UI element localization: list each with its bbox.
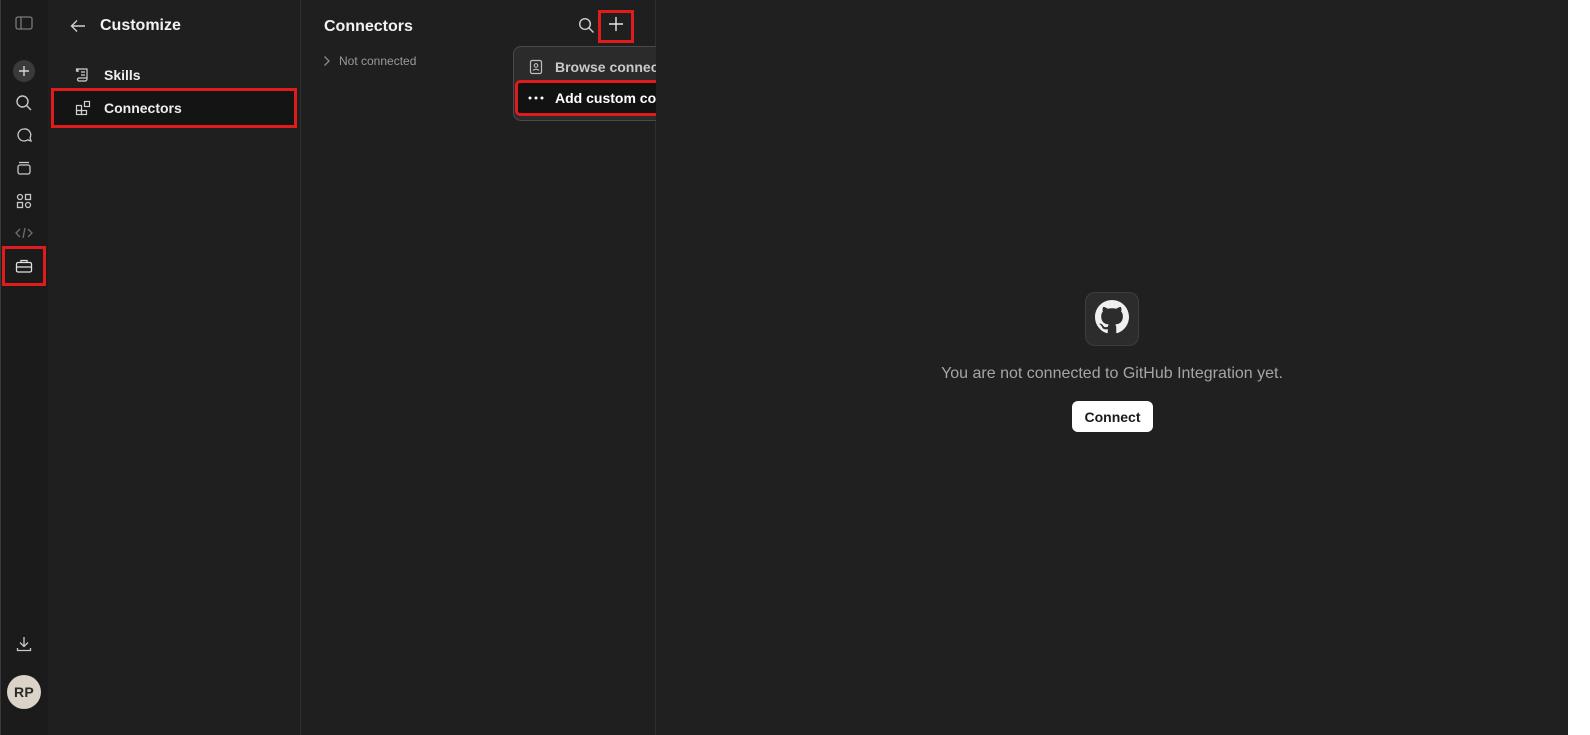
not-connected-message: You are not connected to GitHub Integrat… <box>941 365 1283 382</box>
sidebar-toggle-icon <box>15 16 33 30</box>
customize-panel: Customize Skills Connectors <box>48 0 301 735</box>
code-button[interactable] <box>5 218 43 248</box>
connector-detail: You are not connected to GitHub Integrat… <box>656 0 1568 735</box>
nav-item-label: Connectors <box>104 100 182 116</box>
ellipsis-icon <box>527 89 545 107</box>
code-icon <box>15 226 33 240</box>
search-icon <box>578 17 595 39</box>
group-label: Not connected <box>339 54 417 68</box>
download-button[interactable] <box>5 629 43 659</box>
chats-button[interactable] <box>5 121 43 151</box>
projects-icon <box>15 159 33 177</box>
github-icon <box>1095 299 1129 339</box>
nav-item-connectors[interactable]: Connectors <box>51 88 297 128</box>
app-window: RP Customize Skills Connectors Connector… <box>0 0 1590 735</box>
icon-rail: RP <box>0 0 49 735</box>
skills-icon <box>74 66 92 84</box>
projects-button[interactable] <box>5 153 43 183</box>
search-icon <box>15 94 33 112</box>
artifacts-icon <box>15 192 33 210</box>
connectors-icon <box>74 99 92 117</box>
chats-icon <box>15 127 33 145</box>
book-icon <box>527 58 545 76</box>
search-button[interactable] <box>5 88 43 118</box>
nav-item-label: Skills <box>104 67 141 83</box>
customize-header: Customize <box>70 14 181 38</box>
search-connectors-button[interactable] <box>575 17 597 39</box>
github-badge <box>1085 292 1139 346</box>
page-title: Customize <box>100 17 181 34</box>
connectors-title: Connectors <box>324 18 413 35</box>
plus-icon <box>608 16 624 37</box>
new-chat-button[interactable] <box>5 56 43 86</box>
download-icon <box>15 635 33 653</box>
window-edge <box>1568 0 1590 735</box>
customize-icon <box>15 258 33 274</box>
back-arrow-icon[interactable] <box>70 19 86 33</box>
group-not-connected[interactable]: Not connected <box>323 54 416 68</box>
customize-button[interactable] <box>2 246 46 286</box>
connect-button[interactable]: Connect <box>1072 401 1153 432</box>
avatar[interactable]: RP <box>7 675 41 709</box>
sidebar-toggle-button[interactable] <box>5 8 43 38</box>
artifacts-button[interactable] <box>5 186 43 216</box>
chevron-right-icon <box>323 55 331 67</box>
nav-item-skills[interactable]: Skills <box>54 58 294 92</box>
add-connector-button[interactable] <box>598 10 634 43</box>
new-chat-icon <box>13 60 35 82</box>
